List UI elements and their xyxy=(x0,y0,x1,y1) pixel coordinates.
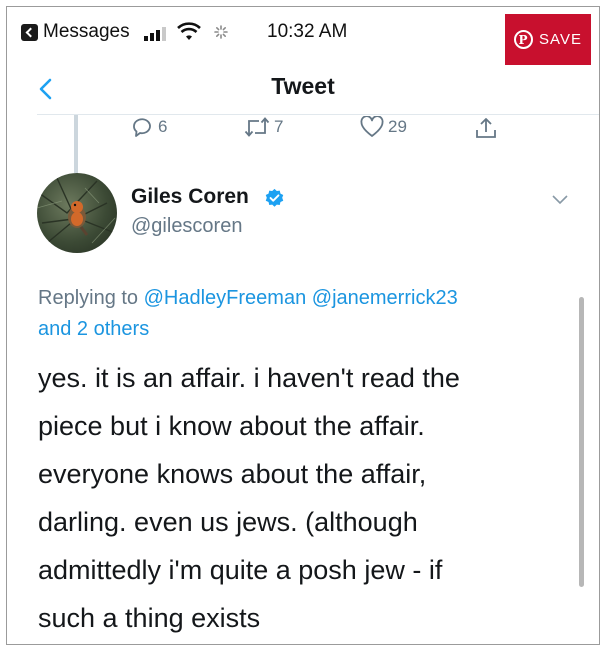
parent-tweet-actions: 6 7 29 xyxy=(7,116,599,148)
tweet-text-line: everyone knows about the affair, xyxy=(38,459,427,489)
activity-spinner-icon xyxy=(214,25,228,39)
tweet-text: yes. it is an affair. i haven't read the… xyxy=(38,354,558,642)
navigation-bar: Tweet xyxy=(7,63,599,115)
reply-action[interactable]: 6 xyxy=(130,116,167,138)
reply-count: 6 xyxy=(158,117,168,136)
back-to-app-icon[interactable] xyxy=(21,24,38,41)
robin-avatar-image xyxy=(37,177,116,244)
tweet-text-line: darling. even us jews. (although xyxy=(38,507,418,537)
status-time: 10:32 AM xyxy=(267,21,348,42)
replying-to-line: Replying to @HadleyFreeman @janemerrick2… xyxy=(38,283,558,345)
retweet-icon xyxy=(244,117,270,137)
reply-icon xyxy=(133,118,151,137)
retweet-count: 7 xyxy=(274,117,284,136)
wifi-icon xyxy=(177,22,201,40)
mention-link[interactable]: @HadleyFreeman xyxy=(144,287,307,309)
page-title: Tweet xyxy=(271,73,335,99)
scrollbar[interactable] xyxy=(579,297,584,587)
author-name[interactable]: Giles Coren xyxy=(131,185,249,209)
nav-divider xyxy=(37,114,599,115)
tweet-text-line: piece but i know about the affair. xyxy=(38,411,425,441)
author-handle[interactable]: @gilescoren xyxy=(131,215,242,238)
cellular-signal-icon xyxy=(144,27,170,41)
pinterest-p-icon: P xyxy=(514,30,534,49)
chevron-down-icon[interactable] xyxy=(551,193,569,207)
share-action[interactable] xyxy=(474,116,498,140)
share-icon xyxy=(476,118,496,138)
like-count: 29 xyxy=(388,117,407,136)
retweet-action[interactable]: 7 xyxy=(244,116,283,138)
pinterest-save-button[interactable]: P SAVE xyxy=(505,14,591,65)
tweet-text-line: such a thing exists xyxy=(38,603,261,633)
save-button-label: SAVE xyxy=(539,31,582,48)
status-back-app-label[interactable]: Messages xyxy=(43,21,130,43)
verified-badge-icon xyxy=(265,188,284,207)
tweet-text-line: yes. it is an affair. i haven't read the xyxy=(38,363,460,393)
mention-link[interactable]: @janemerrick23 xyxy=(312,287,458,309)
tweet-text-line: admittedly i'm quite a posh jew - if xyxy=(38,555,443,585)
heart-icon xyxy=(360,116,384,137)
like-action[interactable]: 29 xyxy=(360,116,407,138)
replying-to-prefix: Replying to xyxy=(38,287,139,309)
author-avatar[interactable] xyxy=(37,173,117,253)
others-link[interactable]: and 2 others xyxy=(38,318,149,340)
screenshot-frame: Messages 10:32 AM P SAVE Tweet 6 7 29 Gi… xyxy=(6,6,600,645)
